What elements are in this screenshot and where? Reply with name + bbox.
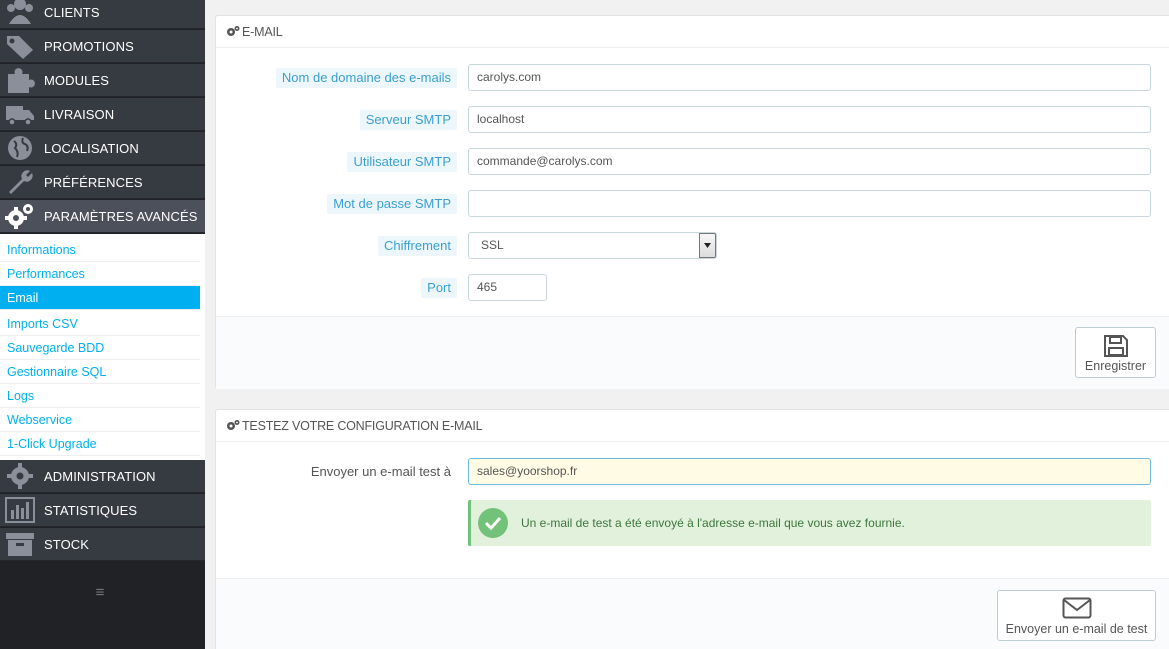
domain-label: Nom de domaine des e-mails bbox=[275, 68, 457, 88]
cogs-icon bbox=[5, 202, 35, 230]
test-email-input[interactable]: sales@yoorshop.fr bbox=[468, 458, 1151, 485]
cog-icon bbox=[5, 462, 35, 490]
puzzle-icon bbox=[5, 66, 35, 94]
submenu-item-performances[interactable]: Performances bbox=[0, 262, 200, 286]
panel-footer: Enregistrer bbox=[216, 316, 1169, 389]
submenu-item-imports-csv[interactable]: Imports CSV bbox=[0, 312, 200, 336]
nav-label: STOCK bbox=[44, 537, 90, 552]
success-message: Un e-mail de test a été envoyé à l'adres… bbox=[521, 516, 905, 530]
archive-icon bbox=[5, 530, 35, 558]
users-icon bbox=[5, 0, 35, 26]
nav-label: PARAMÈTRES AVANCÉS bbox=[44, 209, 198, 224]
nav-label: LOCALISATION bbox=[44, 141, 139, 156]
nav-item-administration[interactable]: ADMINISTRATION bbox=[0, 460, 205, 493]
panel-heading: TESTEZ VOTRE CONFIGURATION E-MAIL bbox=[216, 410, 1169, 442]
smtp-password-label: Mot de passe SMTP bbox=[327, 194, 457, 214]
cogs-icon bbox=[226, 411, 242, 443]
globe-icon bbox=[5, 134, 35, 162]
nav-item-localisation[interactable]: LOCALISATION bbox=[0, 132, 205, 165]
submenu-item-webservice[interactable]: Webservice bbox=[0, 408, 200, 432]
panel-title: TESTEZ VOTRE CONFIGURATION E-MAIL bbox=[242, 419, 483, 433]
encryption-selected-value: SSL bbox=[481, 238, 504, 252]
nav-item-modules[interactable]: MODULES bbox=[0, 64, 205, 97]
submenu-item-informations[interactable]: Informations bbox=[0, 238, 200, 262]
smtp-server-input[interactable]: localhost bbox=[468, 106, 1151, 133]
submenu-item-gestionnaire-sql[interactable]: Gestionnaire SQL bbox=[0, 360, 200, 384]
nav-label: PRÉFÉRENCES bbox=[44, 175, 143, 190]
nav-label: LIVRAISON bbox=[44, 107, 115, 122]
smtp-password-input[interactable] bbox=[468, 190, 1151, 217]
envelope-icon bbox=[998, 597, 1155, 619]
collapse-menu-icon[interactable]: ≡ bbox=[92, 585, 108, 600]
submenu-item-1-click-upgrade[interactable]: 1-Click Upgrade bbox=[0, 432, 200, 456]
send-test-email-label: Envoyer un e-mail de test bbox=[1005, 622, 1148, 636]
check-circle-icon bbox=[478, 508, 508, 538]
port-input[interactable]: 465 bbox=[468, 274, 547, 301]
submenu: Informations Performances Email Imports … bbox=[0, 234, 205, 460]
nav-item-preferences[interactable]: PRÉFÉRENCES bbox=[0, 166, 205, 199]
nav-item-clients[interactable]: CLIENTS bbox=[0, 0, 205, 29]
nav-label: PROMOTIONS bbox=[44, 39, 134, 54]
nav-item-stock[interactable]: STOCK bbox=[0, 528, 205, 561]
encryption-label: Chiffrement bbox=[378, 236, 457, 256]
truck-icon bbox=[5, 100, 35, 128]
submenu-item-email[interactable]: Email bbox=[0, 286, 200, 310]
smtp-server-label: Serveur SMTP bbox=[359, 110, 457, 130]
save-button[interactable]: Enregistrer bbox=[1075, 327, 1156, 378]
send-to-label: Envoyer un e-mail test à bbox=[310, 464, 451, 479]
submenu-item-sauvegarde-bdd[interactable]: Sauvegarde BDD bbox=[0, 336, 200, 360]
port-label: Port bbox=[421, 278, 457, 298]
nav-label: ADMINISTRATION bbox=[44, 469, 156, 484]
encryption-select[interactable]: SSL bbox=[468, 232, 717, 259]
nav-label: MODULES bbox=[44, 73, 109, 88]
tags-icon bbox=[5, 32, 35, 60]
bar-chart-icon bbox=[5, 496, 35, 524]
panel-footer: Envoyer un e-mail de test bbox=[216, 578, 1169, 649]
chevron-down-icon[interactable] bbox=[699, 233, 716, 258]
wrench-icon bbox=[5, 168, 35, 196]
nav-item-statistiques[interactable]: STATISTIQUES bbox=[0, 494, 205, 527]
panel-title: E-MAIL bbox=[242, 25, 283, 39]
smtp-user-label: Utilisateur SMTP bbox=[347, 152, 457, 172]
save-button-label: Enregistrer bbox=[1084, 359, 1147, 373]
smtp-user-input[interactable]: commande@carolys.com bbox=[468, 148, 1151, 175]
nav-label: CLIENTS bbox=[44, 5, 100, 20]
submenu-item-logs[interactable]: Logs bbox=[0, 384, 200, 408]
success-alert: Un e-mail de test a été envoyé à l'adres… bbox=[468, 500, 1151, 546]
test-email-panel: TESTEZ VOTRE CONFIGURATION E-MAIL Envoye… bbox=[215, 409, 1169, 649]
send-test-email-button[interactable]: Envoyer un e-mail de test bbox=[997, 590, 1156, 641]
cogs-icon bbox=[226, 17, 242, 49]
nav-item-parametres-avances[interactable]: PARAMÈTRES AVANCÉS bbox=[0, 200, 205, 233]
panel-heading: E-MAIL bbox=[216, 16, 1169, 48]
domain-input[interactable]: carolys.com bbox=[468, 64, 1151, 91]
nav-item-livraison[interactable]: LIVRAISON bbox=[0, 98, 205, 131]
nav-label: STATISTIQUES bbox=[44, 503, 138, 518]
sidebar: CLIENTS PROMOTIONS MODULES LIVRAISON LOC… bbox=[0, 0, 205, 649]
email-settings-panel: E-MAIL Nom de domaine des e-mails caroly… bbox=[215, 15, 1169, 389]
floppy-disk-icon bbox=[1076, 334, 1155, 358]
nav-item-promotions[interactable]: PROMOTIONS bbox=[0, 30, 205, 63]
